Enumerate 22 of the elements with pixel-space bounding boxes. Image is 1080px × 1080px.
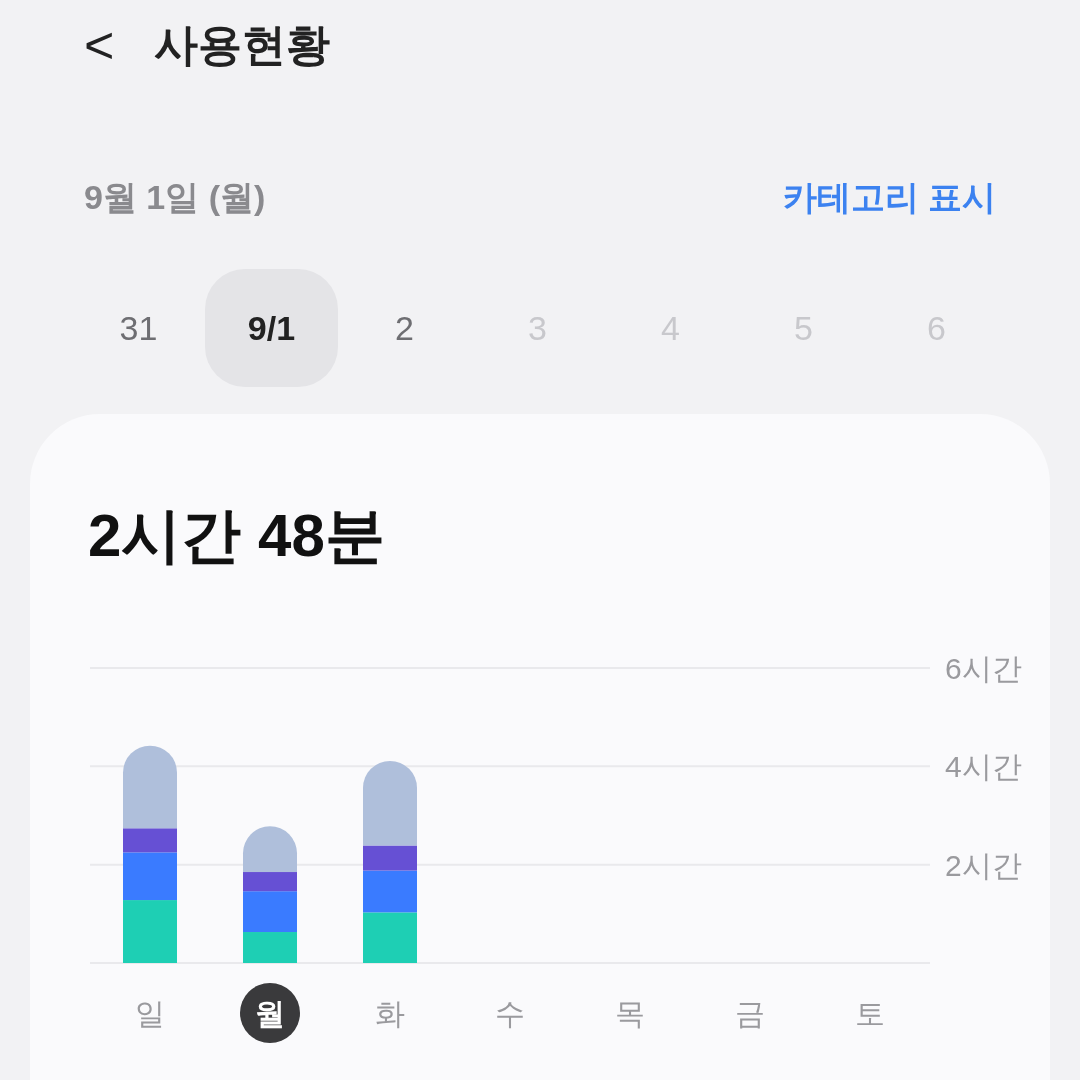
back-button[interactable]: < bbox=[84, 19, 115, 71]
axis-label: 2시간 bbox=[945, 848, 1022, 882]
axis-label: 4시간 bbox=[945, 750, 1022, 784]
weekday-label[interactable]: 금 bbox=[735, 997, 765, 1030]
day-chip[interactable]: 9/1 bbox=[205, 269, 338, 387]
category-toggle[interactable]: 카테고리 표시 bbox=[782, 171, 996, 223]
day-chip[interactable]: 31 bbox=[72, 269, 205, 387]
total-usage-time: 2시간 48분 bbox=[88, 506, 386, 566]
axis-label: 6시간 bbox=[945, 652, 1022, 685]
bar-segment bbox=[123, 900, 177, 963]
selected-day-marker bbox=[240, 983, 300, 1043]
weekday-label[interactable]: 토 bbox=[855, 997, 885, 1030]
day-chip[interactable]: 2 bbox=[338, 269, 471, 387]
weekday-label[interactable]: 월 bbox=[255, 997, 285, 1030]
date-label: 9월 1일 (월) bbox=[84, 176, 266, 218]
bar-segment bbox=[243, 932, 297, 963]
page-title: 사용현황 bbox=[154, 19, 331, 71]
weekday-label[interactable]: 수 bbox=[495, 997, 525, 1030]
weekday-label[interactable]: 목 bbox=[615, 997, 645, 1030]
weekday-label[interactable]: 화 bbox=[375, 997, 405, 1030]
weekday-label[interactable]: 일 bbox=[135, 997, 165, 1030]
bar-segment bbox=[363, 912, 417, 963]
